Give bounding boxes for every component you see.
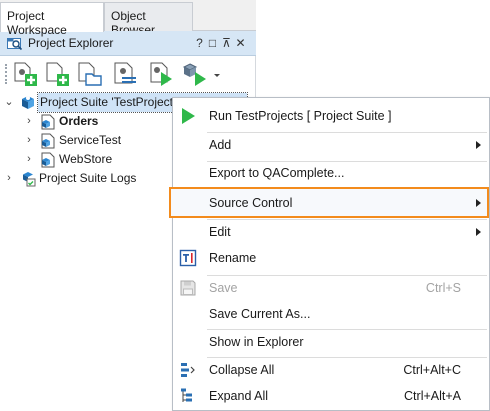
toolbar-grip xyxy=(5,64,7,84)
submenu-arrow-icon xyxy=(476,199,481,207)
project-properties-icon[interactable] xyxy=(112,61,140,87)
tab-strip: Project Workspace Object Browser xyxy=(0,0,256,37)
run-icon xyxy=(179,107,197,125)
collapse-all-icon xyxy=(179,361,197,379)
dropdown-arrow-icon[interactable] xyxy=(212,61,222,87)
expand-chevron-icon[interactable]: › xyxy=(24,112,34,131)
help-icon[interactable]: ? xyxy=(194,36,205,50)
context-menu: Run TestProjects [ Project Suite ] Add E… xyxy=(172,97,490,411)
tree-item-label: Project Suite Logs xyxy=(39,171,137,185)
project-suite-icon xyxy=(20,95,36,111)
rename-icon xyxy=(179,249,197,267)
menu-item-label: Save xyxy=(209,281,238,295)
menu-item-label: Run TestProjects [ Project Suite ] xyxy=(209,109,392,123)
menu-item-label: Rename xyxy=(209,251,257,265)
submenu-arrow-icon xyxy=(476,228,481,236)
menu-item-expand-all[interactable]: Expand All Ctrl+Alt+A xyxy=(173,383,489,410)
add-existing-item-icon[interactable] xyxy=(76,61,104,87)
explorer-toolbar xyxy=(0,57,256,91)
project-icon xyxy=(40,114,56,130)
menu-item-shortcut: Ctrl+S xyxy=(425,281,461,295)
menu-item-shortcut: Ctrl+Alt+C xyxy=(403,363,461,377)
run-project-icon[interactable] xyxy=(148,61,176,87)
menu-item-run[interactable]: Run TestProjects [ Project Suite ] xyxy=(173,103,489,130)
expand-chevron-icon[interactable]: › xyxy=(24,150,34,169)
menu-item-source-control[interactable]: Source Control xyxy=(173,190,489,217)
menu-item-rename[interactable]: Rename xyxy=(173,245,489,272)
maximize-icon[interactable]: □ xyxy=(207,36,218,50)
expand-chevron-icon[interactable]: › xyxy=(24,131,34,150)
tab-project-workspace[interactable]: Project Workspace xyxy=(0,2,104,37)
menu-item-label: Source Control xyxy=(209,196,293,210)
menu-item-shortcut: Ctrl+Alt+A xyxy=(404,389,461,403)
tab-object-browser[interactable]: Object Browser xyxy=(104,2,193,37)
menu-item-label: Show in Explorer xyxy=(209,335,304,349)
tree-item-label: ServiceTest xyxy=(59,133,122,147)
project-explorer-title: Project Explorer xyxy=(28,36,114,50)
menu-item-label: Export to QAComplete... xyxy=(209,166,345,180)
project-icon xyxy=(40,152,56,168)
run-suite-icon[interactable] xyxy=(182,61,210,87)
expand-all-icon xyxy=(179,387,197,405)
menu-item-label: Save Current As... xyxy=(209,307,311,321)
menu-item-label: Collapse All xyxy=(209,363,275,377)
menu-item-export-qacomplete[interactable]: Export to QAComplete... xyxy=(173,160,489,187)
menu-item-save-current-as[interactable]: Save Current As... xyxy=(173,301,489,328)
menu-item-label: Add xyxy=(209,138,232,152)
project-explorer-icon xyxy=(7,36,23,54)
add-new-project-icon[interactable] xyxy=(12,61,40,87)
tree-item-label: Orders xyxy=(59,114,99,128)
expand-chevron-icon[interactable]: › xyxy=(4,169,14,188)
pin-icon[interactable]: ⊼ xyxy=(221,36,232,50)
add-new-item-icon[interactable] xyxy=(44,61,72,87)
save-icon xyxy=(179,279,197,297)
menu-item-show-in-explorer[interactable]: Show in Explorer xyxy=(173,329,489,356)
tree-item-label: WebStore xyxy=(59,152,113,166)
menu-item-label: Edit xyxy=(209,225,231,239)
close-icon[interactable]: ✕ xyxy=(235,36,246,50)
menu-item-save[interactable]: Save Ctrl+S xyxy=(173,275,489,302)
menu-item-edit[interactable]: Edit xyxy=(173,219,489,246)
collapse-chevron-icon[interactable]: ⌄ xyxy=(4,93,14,112)
menu-item-label: Expand All xyxy=(209,389,269,403)
submenu-arrow-icon xyxy=(476,141,481,149)
menu-item-collapse-all[interactable]: Collapse All Ctrl+Alt+C xyxy=(173,357,489,384)
project-icon xyxy=(40,133,56,149)
logs-icon xyxy=(20,171,36,187)
menu-item-add[interactable]: Add xyxy=(173,132,489,159)
